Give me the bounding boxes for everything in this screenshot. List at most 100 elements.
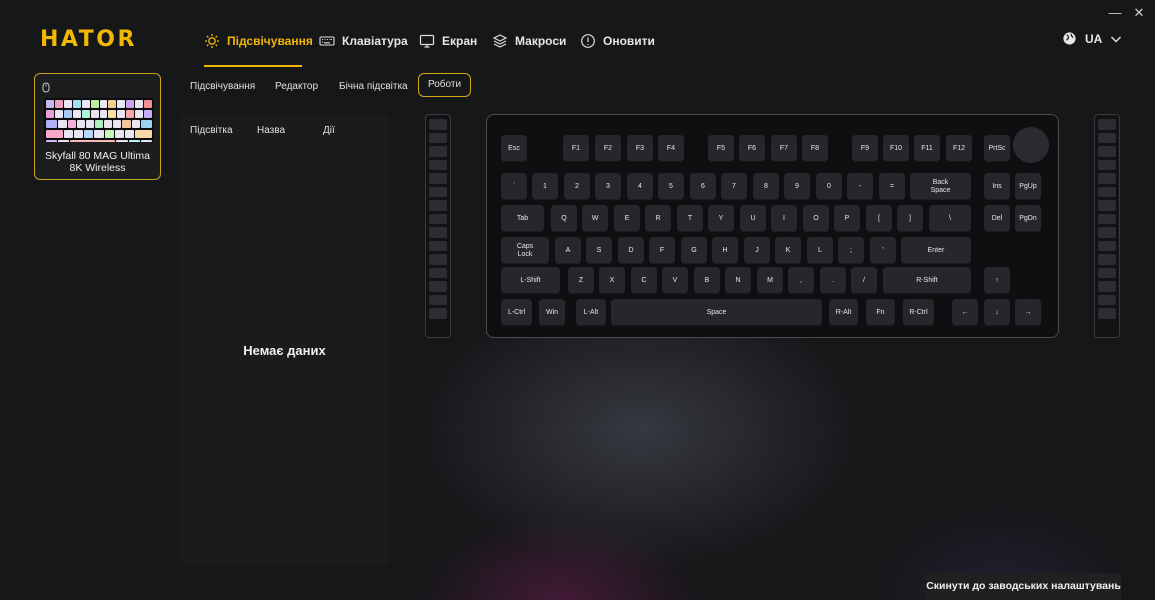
key[interactable]: F1 xyxy=(563,135,589,162)
key[interactable]: W xyxy=(582,205,608,232)
key[interactable]: O xyxy=(803,205,829,232)
key[interactable]: L xyxy=(807,237,833,264)
key[interactable]: F10 xyxy=(883,135,909,162)
nav-lighting[interactable]: Підсвічування xyxy=(204,31,313,51)
key[interactable]: ↑ xyxy=(984,267,1010,294)
key[interactable]: 4 xyxy=(627,173,653,200)
key[interactable]: F6 xyxy=(739,135,765,162)
subtab-lighting[interactable]: Підсвічування xyxy=(190,77,255,97)
device-card[interactable]: Skyfall 80 MAG Ultima 8K Wireless xyxy=(34,73,161,180)
key[interactable]: D xyxy=(618,237,644,264)
key[interactable]: PgUp xyxy=(1015,173,1041,200)
right-side-light-strip[interactable] xyxy=(1094,114,1120,338)
close-button[interactable]: ✕ xyxy=(1132,6,1146,20)
nav-macros[interactable]: Макроси xyxy=(492,31,566,51)
key[interactable]: Back Space xyxy=(910,173,971,200)
key[interactable]: L-Shift xyxy=(501,267,560,294)
key[interactable]: Q xyxy=(551,205,577,232)
key[interactable]: \ xyxy=(929,205,971,232)
key[interactable]: PgDn xyxy=(1015,205,1041,232)
key[interactable]: F7 xyxy=(771,135,797,162)
empty-state-text: Немає даних xyxy=(243,343,326,358)
key[interactable]: L-Ctrl xyxy=(501,299,532,326)
key[interactable]: Enter xyxy=(901,237,971,264)
key[interactable]: R-Shift xyxy=(883,267,971,294)
key[interactable]: ← xyxy=(952,299,978,326)
key[interactable]: Space xyxy=(611,299,822,326)
left-side-light-strip[interactable] xyxy=(425,114,451,338)
key[interactable]: I xyxy=(771,205,797,232)
nav-screen[interactable]: Екран xyxy=(419,31,477,51)
key[interactable]: N xyxy=(725,267,751,294)
key[interactable]: PrtSc xyxy=(984,135,1010,162)
key[interactable]: Y xyxy=(708,205,734,232)
key[interactable]: Ins xyxy=(984,173,1010,200)
key[interactable]: X xyxy=(599,267,625,294)
key[interactable]: F2 xyxy=(595,135,621,162)
key[interactable]: K xyxy=(775,237,801,264)
nav-update[interactable]: Оновити xyxy=(580,31,655,51)
key[interactable]: T xyxy=(677,205,703,232)
key[interactable]: 7 xyxy=(721,173,747,200)
key[interactable]: R-Ctrl xyxy=(903,299,934,326)
key[interactable]: = xyxy=(879,173,905,200)
key[interactable]: 1 xyxy=(532,173,558,200)
key[interactable]: 5 xyxy=(658,173,684,200)
key[interactable]: E xyxy=(614,205,640,232)
key[interactable]: S xyxy=(586,237,612,264)
key[interactable]: F4 xyxy=(658,135,684,162)
key[interactable]: Win xyxy=(539,299,565,326)
key[interactable]: G xyxy=(681,237,707,264)
key[interactable]: Fn xyxy=(866,299,895,326)
key[interactable]: 0 xyxy=(816,173,842,200)
key[interactable]: [ xyxy=(866,205,892,232)
key[interactable]: U xyxy=(740,205,766,232)
key[interactable]: / xyxy=(851,267,877,294)
key[interactable]: A xyxy=(555,237,581,264)
key[interactable]: J xyxy=(744,237,770,264)
key[interactable]: F5 xyxy=(708,135,734,162)
key[interactable]: 8 xyxy=(753,173,779,200)
key[interactable]: B xyxy=(694,267,720,294)
key[interactable]: P xyxy=(834,205,860,232)
key[interactable]: F12 xyxy=(946,135,972,162)
key[interactable]: Caps Lock xyxy=(501,237,549,264)
reset-to-defaults-button[interactable]: Скинути до заводських налаштувань xyxy=(926,573,1121,600)
key[interactable]: R xyxy=(645,205,671,232)
key[interactable]: , xyxy=(788,267,814,294)
key[interactable]: F11 xyxy=(914,135,940,162)
key[interactable]: H xyxy=(712,237,738,264)
key[interactable]: F xyxy=(649,237,675,264)
key[interactable]: F8 xyxy=(802,135,828,162)
key[interactable]: L-Alt xyxy=(576,299,606,326)
key[interactable]: 6 xyxy=(690,173,716,200)
key[interactable]: F3 xyxy=(627,135,653,162)
key[interactable]: ` xyxy=(501,173,527,200)
key[interactable]: 3 xyxy=(595,173,621,200)
subtab-side-lighting[interactable]: Бічна підсвітка xyxy=(339,77,408,97)
key[interactable]: F9 xyxy=(852,135,878,162)
key[interactable]: Z xyxy=(568,267,594,294)
key[interactable]: 9 xyxy=(784,173,810,200)
key[interactable]: R-Alt xyxy=(829,299,858,326)
key[interactable]: ; xyxy=(838,237,864,264)
nav-keyboard[interactable]: Клавіатура xyxy=(319,31,408,51)
minimize-button[interactable]: — xyxy=(1108,6,1122,20)
subtab-works[interactable]: Роботи xyxy=(418,73,472,97)
key[interactable]: ' xyxy=(870,237,896,264)
volume-knob[interactable] xyxy=(1013,127,1049,163)
language-selector[interactable]: UA xyxy=(1062,31,1122,46)
key[interactable]: - xyxy=(847,173,873,200)
key[interactable]: C xyxy=(631,267,657,294)
key[interactable]: → xyxy=(1015,299,1041,326)
key[interactable]: ↓ xyxy=(984,299,1010,326)
key[interactable]: ] xyxy=(897,205,923,232)
key[interactable]: M xyxy=(757,267,783,294)
key[interactable]: 2 xyxy=(564,173,590,200)
key[interactable]: . xyxy=(820,267,846,294)
key[interactable]: Del xyxy=(984,205,1010,232)
key[interactable]: V xyxy=(662,267,688,294)
subtab-editor[interactable]: Редактор xyxy=(275,77,318,97)
key[interactable]: Tab xyxy=(501,205,544,232)
key[interactable]: Esc xyxy=(501,135,527,162)
